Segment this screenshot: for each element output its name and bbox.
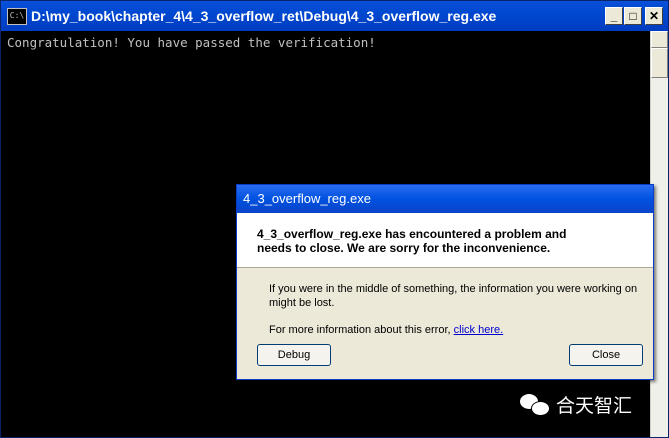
dialog-header-line: needs to close. We are sorry for the inc… [257,241,551,255]
console-titlebar[interactable]: C:\ D:\my_book\chapter_4\4_3_overflow_re… [1,1,668,31]
scroll-up-button[interactable] [651,31,668,48]
dialog-title[interactable]: 4_3_overflow_reg.exe [237,185,653,213]
minimize-button[interactable]: _ [605,7,623,25]
wechat-icon [520,392,550,416]
more-info-text: For more information about this error, c… [269,323,653,337]
dialog-header: 4_3_overflow_reg.exe has encountered a p… [237,213,653,268]
more-info-label: For more information about this error, [269,324,454,336]
dialog-header-line: 4_3_overflow_reg.exe has encountered a p… [257,227,567,241]
maximize-button[interactable]: □ [624,7,642,25]
console-app-icon[interactable]: C:\ [7,8,27,25]
watermark-text: 合天智汇 [556,395,633,417]
debug-button[interactable]: Debug [257,344,331,366]
dialog-body-line: might be lost. [269,297,335,309]
close-window-button[interactable]: ✕ [645,7,663,25]
watermark: 合天智汇 [520,390,632,418]
dialog-body-line: If you were in the middle of something, … [269,283,638,295]
error-dialog: 4_3_overflow_reg.exe 4_3_overflow_reg.ex… [236,184,654,380]
click-here-link[interactable]: click here. [454,324,504,336]
dialog-body: If you were in the middle of something, … [237,268,653,337]
console-title: D:\my_book\chapter_4\4_3_overflow_ret\De… [31,8,497,24]
scroll-thumb[interactable] [651,48,668,78]
close-button[interactable]: Close [569,344,643,366]
